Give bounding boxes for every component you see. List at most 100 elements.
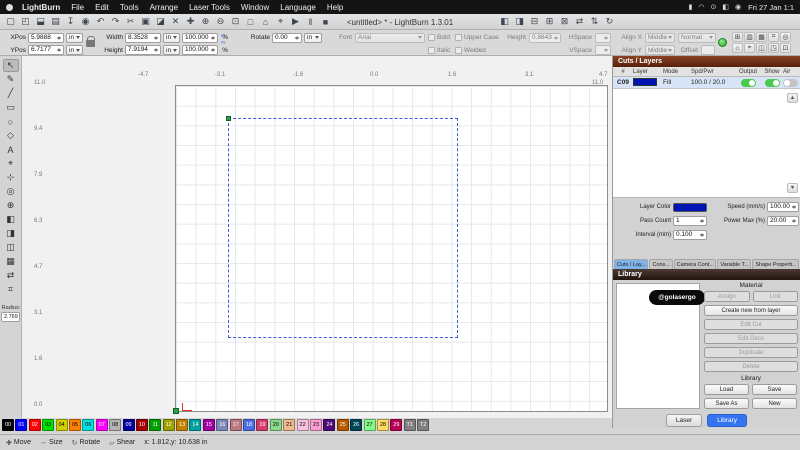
xpos-field[interactable]: 5.9888 xyxy=(28,33,64,43)
line-tool[interactable]: ╱ xyxy=(3,87,19,100)
menu-item[interactable]: Language xyxy=(280,3,316,12)
show-toggle[interactable] xyxy=(765,79,780,87)
select-tool[interactable]: ↖ xyxy=(3,59,19,72)
intersect-tool[interactable]: ◫ xyxy=(3,241,19,254)
palette-color[interactable]: 22 xyxy=(297,419,309,431)
cut-layer-list[interactable]: ▲ ▼ xyxy=(613,89,800,198)
polygon-tool[interactable]: ◇ xyxy=(3,129,19,142)
rotate-field[interactable]: 0.00 xyxy=(272,33,302,43)
layout-icon[interactable]: ◳ xyxy=(768,43,779,53)
width-percent-field[interactable]: 100.000 xyxy=(182,33,218,43)
palette-color[interactable]: T2 xyxy=(417,419,429,431)
layer-color-swatch[interactable] xyxy=(633,78,657,86)
radius-field[interactable]: 2.769 xyxy=(1,312,20,322)
preview-icon[interactable]: ◎ xyxy=(780,32,791,42)
aspect-link-icons[interactable]: ∞∞ xyxy=(221,33,225,46)
palette-color[interactable]: 21 xyxy=(283,419,295,431)
apple-logo-icon[interactable] xyxy=(6,4,13,11)
ypos-field[interactable]: 6.7177 xyxy=(28,45,64,55)
library-action-button[interactable]: Edit Cut xyxy=(704,319,798,330)
palette-color[interactable]: T1 xyxy=(404,419,416,431)
palette-color[interactable]: 28 xyxy=(377,419,389,431)
layer-row[interactable]: C09 Fill 100.0 / 20.0 xyxy=(613,77,800,89)
library-file-button[interactable]: Load xyxy=(704,384,749,395)
palette-color[interactable]: 06 xyxy=(82,419,94,431)
panel-tab[interactable]: Cons... xyxy=(649,259,672,269)
menu-item[interactable]: Window xyxy=(241,3,269,12)
palette-color[interactable]: 01 xyxy=(15,419,27,431)
panel-tab[interactable]: Cuts / Lay... xyxy=(614,259,648,269)
draw-lines-tool[interactable]: ✎ xyxy=(3,73,19,86)
siri-icon[interactable]: ◉ xyxy=(735,3,741,11)
palette-color[interactable]: 16 xyxy=(216,419,228,431)
node-edit-tool[interactable]: ⊹ xyxy=(3,171,19,184)
air-toggle[interactable] xyxy=(783,79,798,87)
home-view-icon[interactable]: ⌂ xyxy=(732,43,743,53)
bottom-tab[interactable]: Library xyxy=(707,414,747,427)
height-field[interactable]: 7.9194 xyxy=(125,45,161,55)
palette-color[interactable]: 17 xyxy=(230,419,242,431)
shape-start-handle[interactable] xyxy=(226,116,231,121)
control-center-icon[interactable]: ◧ xyxy=(722,3,729,11)
mirror-tool[interactable]: ⇄ xyxy=(3,269,19,282)
group-icon[interactable]: ⊞ xyxy=(543,15,556,28)
array-tool[interactable]: ▦ xyxy=(3,255,19,268)
distribute-icon[interactable]: ⊟ xyxy=(528,15,541,28)
union-tool[interactable]: ◧ xyxy=(3,213,19,226)
menu-item[interactable]: LightBurn xyxy=(22,3,60,12)
position-lock-icon[interactable] xyxy=(86,40,95,47)
subtract-tool[interactable]: ◨ xyxy=(3,227,19,240)
measure-tool[interactable]: ⌗ xyxy=(3,283,19,296)
layer-up-button[interactable]: ▲ xyxy=(787,93,798,103)
menu-item[interactable]: File xyxy=(71,3,84,12)
palette-color[interactable]: 24 xyxy=(323,419,335,431)
work-area[interactable] xyxy=(175,85,608,412)
library-action-button[interactable]: Delete xyxy=(704,361,798,372)
library-action-button[interactable]: Create new from layer xyxy=(704,305,798,316)
palette-color[interactable]: 07 xyxy=(96,419,108,431)
ungroup-icon[interactable]: ⊠ xyxy=(558,15,571,28)
palette-color[interactable]: 15 xyxy=(203,419,215,431)
menu-item[interactable]: Arrange xyxy=(150,3,178,12)
palette-color[interactable]: 14 xyxy=(189,419,201,431)
align-left-icon[interactable]: ◧ xyxy=(498,15,511,28)
offset-tool[interactable]: ◎ xyxy=(3,185,19,198)
palette-color[interactable]: 02 xyxy=(29,419,41,431)
palette-color[interactable]: 03 xyxy=(42,419,54,431)
mirror-v-icon[interactable]: ⇅ xyxy=(588,15,601,28)
speed-field[interactable]: 100.00 xyxy=(767,202,799,212)
xpos-unit-dropdown[interactable]: in xyxy=(66,33,83,43)
panel-tab[interactable]: Camera Cont... xyxy=(674,259,717,269)
menu-item[interactable]: Edit xyxy=(95,3,109,12)
wifi-icon[interactable]: ◠ xyxy=(698,3,704,11)
rulers-icon[interactable]: ▥ xyxy=(744,32,755,42)
canvas[interactable]: -4.7-3.1-1.60.01.63.14.7 11.09.47.96.34.… xyxy=(22,56,612,418)
library-action-button[interactable]: Edit Desc xyxy=(704,333,798,344)
palette-color[interactable]: 12 xyxy=(163,419,175,431)
palette-color[interactable]: 25 xyxy=(337,419,349,431)
palette-color[interactable]: 20 xyxy=(270,419,282,431)
device-status-icon[interactable] xyxy=(718,38,727,47)
height-percent-field[interactable]: 100.000 xyxy=(182,45,218,55)
ypos-unit-dropdown[interactable]: in xyxy=(66,45,83,55)
text-tool[interactable]: A xyxy=(3,143,19,156)
output-toggle[interactable] xyxy=(741,79,756,87)
library-file-button[interactable]: Save xyxy=(752,384,797,395)
library-action-button[interactable]: Duplicate xyxy=(704,347,798,358)
palette-color[interactable]: 11 xyxy=(149,419,161,431)
link-width-height-icon[interactable]: ∞ xyxy=(221,33,225,39)
height-unit-dropdown[interactable]: in xyxy=(163,45,180,55)
interval-field[interactable]: 0.100 xyxy=(673,230,707,240)
menu-item[interactable]: Laser Tools xyxy=(189,3,230,12)
battery-icon[interactable]: ▮ xyxy=(689,3,693,11)
width-field[interactable]: 8.3528 xyxy=(125,33,161,43)
origin-view-icon[interactable]: ⌖ xyxy=(744,43,755,53)
palette-color[interactable]: 26 xyxy=(350,419,362,431)
palette-color[interactable]: 18 xyxy=(243,419,255,431)
bottom-tab[interactable]: Laser xyxy=(666,414,702,427)
palette-color[interactable]: 05 xyxy=(69,419,81,431)
layer-down-button[interactable]: ▼ xyxy=(787,183,798,193)
palette-color[interactable]: 13 xyxy=(176,419,188,431)
menu-item[interactable]: Help xyxy=(327,3,343,12)
dock-icon[interactable]: ◫ xyxy=(756,43,767,53)
